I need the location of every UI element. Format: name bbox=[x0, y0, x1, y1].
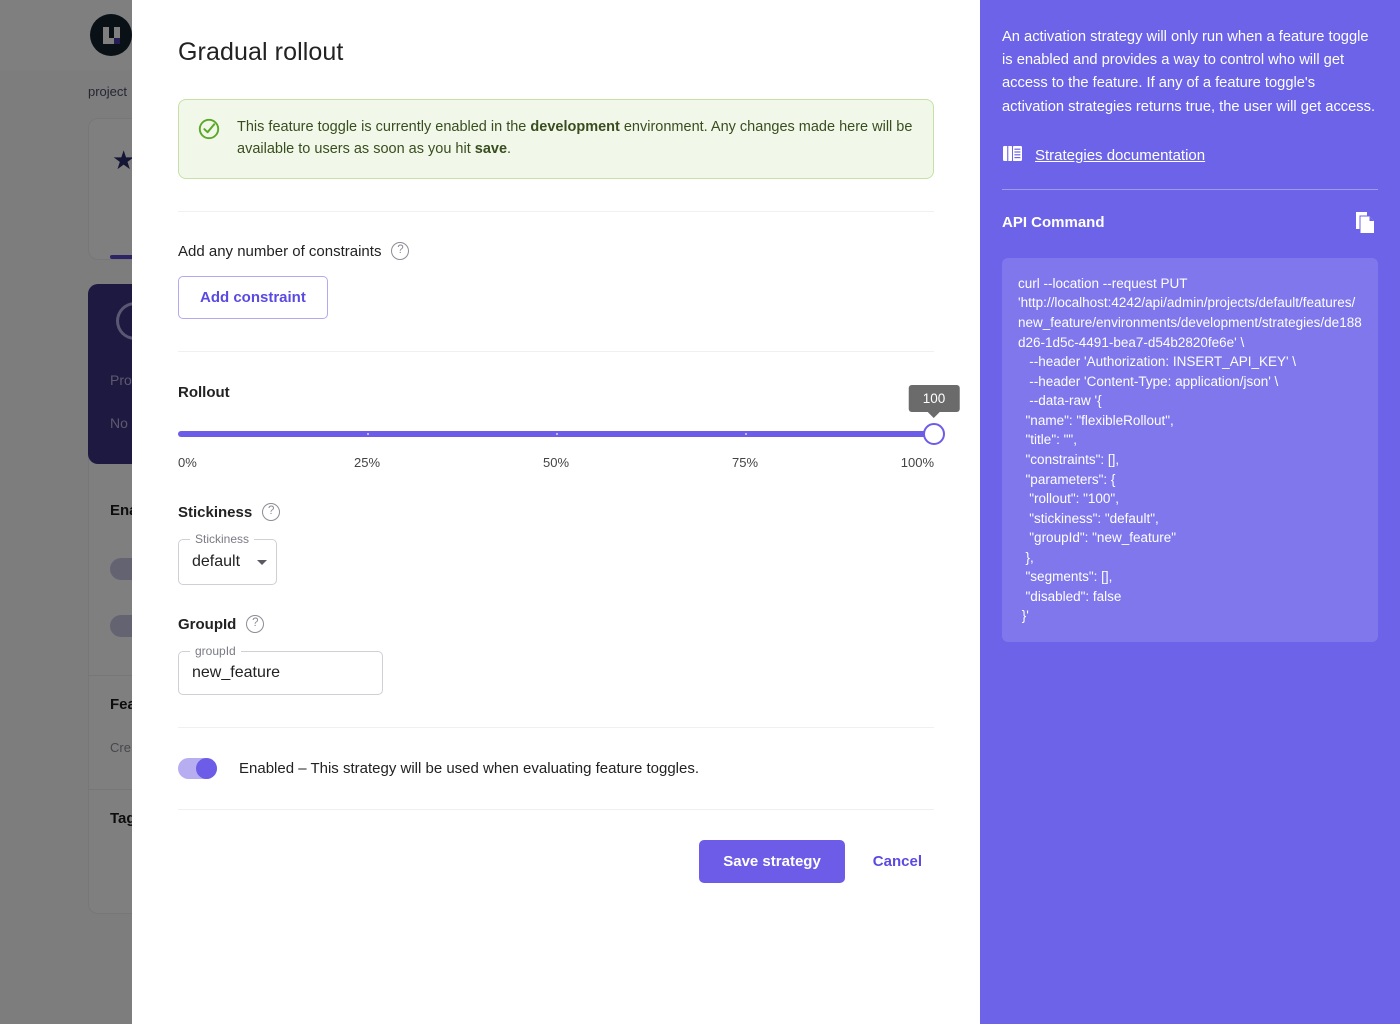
groupid-title: GroupId bbox=[178, 615, 237, 633]
stickiness-section: Stickiness ? Stickiness default bbox=[178, 473, 934, 586]
add-constraint-button[interactable]: Add constraint bbox=[178, 276, 328, 320]
constraints-section: Add any number of constraints ? Add cons… bbox=[178, 212, 934, 320]
groupid-input[interactable]: new_feature bbox=[179, 652, 384, 694]
copy-icon[interactable] bbox=[1352, 210, 1378, 236]
slider-label-0: 0% bbox=[178, 455, 197, 471]
strategy-description: An activation strategy will only run whe… bbox=[1002, 29, 1376, 115]
strategies-documentation-link[interactable]: Strategies documentation bbox=[1035, 147, 1205, 164]
alert-save-word: save bbox=[474, 141, 508, 158]
groupid-legend: groupId bbox=[190, 644, 241, 659]
save-strategy-button[interactable]: Save strategy bbox=[699, 840, 845, 884]
slider-label-25: 25% bbox=[353, 455, 381, 471]
stickiness-select[interactable]: default bbox=[179, 540, 278, 584]
rollout-section: Rollout 100 0% 25% 50% 75% 100% bbox=[178, 352, 960, 473]
stickiness-select-wrapper[interactable]: Stickiness default bbox=[178, 532, 278, 586]
gradual-rollout-modal: Gradual rollout This feature toggle is c… bbox=[132, 0, 980, 1024]
groupid-section: GroupId ? groupId new_feature bbox=[178, 585, 934, 696]
enabled-strategy-row: Enabled – This strategy will be used whe… bbox=[178, 728, 934, 780]
slider-label-75: 75% bbox=[731, 455, 759, 471]
help-icon[interactable]: ? bbox=[262, 503, 281, 522]
slider-label-100: 100% bbox=[900, 455, 934, 471]
rollout-slider[interactable]: 100 bbox=[178, 385, 960, 449]
alert-environment-name: development bbox=[530, 119, 620, 135]
stickiness-legend: Stickiness bbox=[190, 532, 255, 547]
rollout-label: Rollout bbox=[178, 384, 230, 402]
strategy-info-panel: An activation strategy will only run whe… bbox=[980, 0, 1400, 1024]
alert-text-part3: . bbox=[507, 141, 512, 158]
modal-footer: Save strategy Cancel bbox=[178, 810, 934, 884]
groupid-input-wrapper[interactable]: groupId new_feature bbox=[178, 644, 384, 696]
constraints-label: Add any number of constraints bbox=[178, 242, 382, 260]
stickiness-value: default bbox=[192, 553, 241, 571]
constraints-label-row: Add any number of constraints ? bbox=[178, 242, 934, 261]
cancel-button[interactable]: Cancel bbox=[861, 840, 934, 883]
api-command-code[interactable]: curl --location --request PUT 'http://lo… bbox=[1002, 257, 1378, 642]
alert-message: This feature toggle is currently enabled… bbox=[237, 116, 915, 160]
side-panel-divider bbox=[1002, 188, 1378, 190]
groupid-label-row: GroupId ? bbox=[178, 615, 934, 634]
enabled-strategy-toggle[interactable] bbox=[178, 758, 217, 780]
page-title: Gradual rollout bbox=[178, 38, 344, 66]
api-command-header: API Command bbox=[1002, 210, 1378, 236]
stickiness-label-row: Stickiness ? bbox=[178, 503, 934, 522]
documentation-link-row[interactable]: Strategies documentation bbox=[1002, 145, 1378, 167]
help-icon[interactable]: ? bbox=[391, 242, 410, 261]
check-circle-icon bbox=[197, 117, 221, 146]
help-icon[interactable]: ? bbox=[246, 615, 265, 634]
stickiness-title: Stickiness bbox=[178, 503, 253, 521]
slider-label-50: 50% bbox=[542, 455, 570, 471]
rollout-slider-tick-labels: 0% 25% 50% 75% 100% bbox=[178, 455, 934, 473]
rollout-slider-thumb[interactable] bbox=[923, 423, 945, 446]
chevron-down-icon bbox=[257, 559, 267, 565]
book-icon bbox=[1002, 145, 1023, 167]
rollout-value-tooltip: 100 bbox=[908, 385, 960, 413]
alert-text-part1: This feature toggle is currently enabled… bbox=[237, 119, 531, 135]
enabled-strategy-label: Enabled – This strategy will be used whe… bbox=[239, 760, 700, 778]
environment-enabled-alert: This feature toggle is currently enabled… bbox=[178, 99, 934, 180]
api-command-title: API Command bbox=[1002, 214, 1105, 232]
